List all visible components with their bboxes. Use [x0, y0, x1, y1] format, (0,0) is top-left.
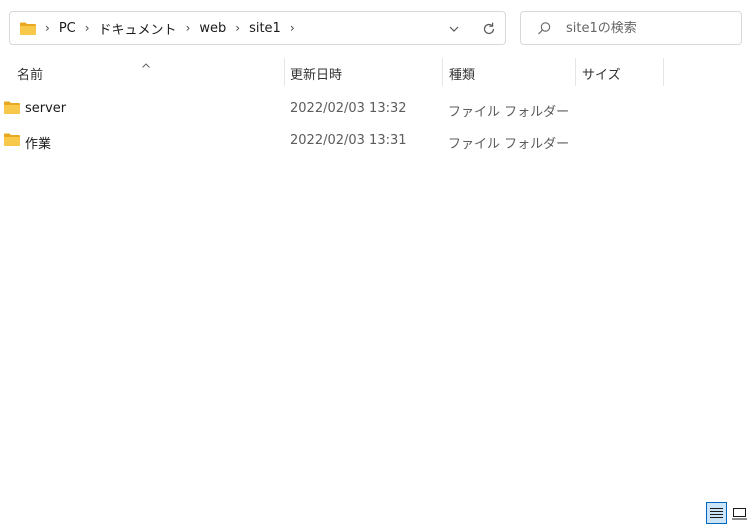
folder-icon [3, 100, 21, 119]
file-name[interactable]: server [25, 101, 66, 116]
file-type: ファイル フォルダー [448, 105, 570, 120]
chevron-down-icon[interactable] [446, 21, 462, 37]
column-header-type-label: 種類 [449, 67, 476, 83]
column-header-name-label: 名前 [17, 67, 44, 83]
tiles-view-button[interactable] [729, 502, 750, 524]
column-header-name[interactable]: 名前 [0, 58, 284, 88]
column-header-size-label: サイズ [582, 67, 621, 83]
chevron-right-icon[interactable]: › [186, 21, 191, 35]
column-header-type[interactable]: 種類 [443, 58, 575, 88]
refresh-icon[interactable] [480, 20, 498, 38]
file-modified: 2022/02/03 13:32 [290, 101, 407, 116]
column-header-modified-label: 更新日時 [290, 67, 343, 83]
column-header-size[interactable]: サイズ [576, 58, 663, 88]
chevron-right-icon[interactable]: › [85, 21, 90, 35]
file-name[interactable]: 作業 [25, 133, 51, 152]
file-modified: 2022/02/03 13:31 [290, 133, 407, 148]
breadcrumb-documents[interactable]: ドキュメント [99, 19, 177, 38]
file-type: ファイル フォルダー [448, 137, 570, 152]
table-row[interactable]: 作業 2022/02/03 13:31 ファイル フォルダー [0, 125, 700, 157]
details-view-button[interactable] [706, 502, 727, 524]
column-divider[interactable] [663, 58, 664, 86]
folder-icon [19, 21, 37, 36]
breadcrumb-site1[interactable]: site1 [249, 21, 281, 36]
breadcrumb-web[interactable]: web [199, 21, 226, 36]
search-input[interactable] [566, 20, 736, 36]
details-view-icon [710, 507, 723, 519]
tiles-view-icon [732, 507, 747, 520]
folder-icon [3, 132, 21, 151]
chevron-right-icon[interactable]: › [235, 21, 240, 35]
address-bar[interactable]: › PC › ドキュメント › web › site1 › [9, 11, 506, 45]
search-box[interactable] [520, 11, 742, 45]
chevron-right-icon[interactable]: › [290, 21, 295, 35]
breadcrumb-pc[interactable]: PC [59, 21, 76, 36]
table-row[interactable]: server 2022/02/03 13:32 ファイル フォルダー [0, 93, 700, 125]
chevron-right-icon: › [45, 21, 50, 35]
search-icon [537, 21, 552, 36]
column-header-modified[interactable]: 更新日時 [285, 58, 442, 88]
